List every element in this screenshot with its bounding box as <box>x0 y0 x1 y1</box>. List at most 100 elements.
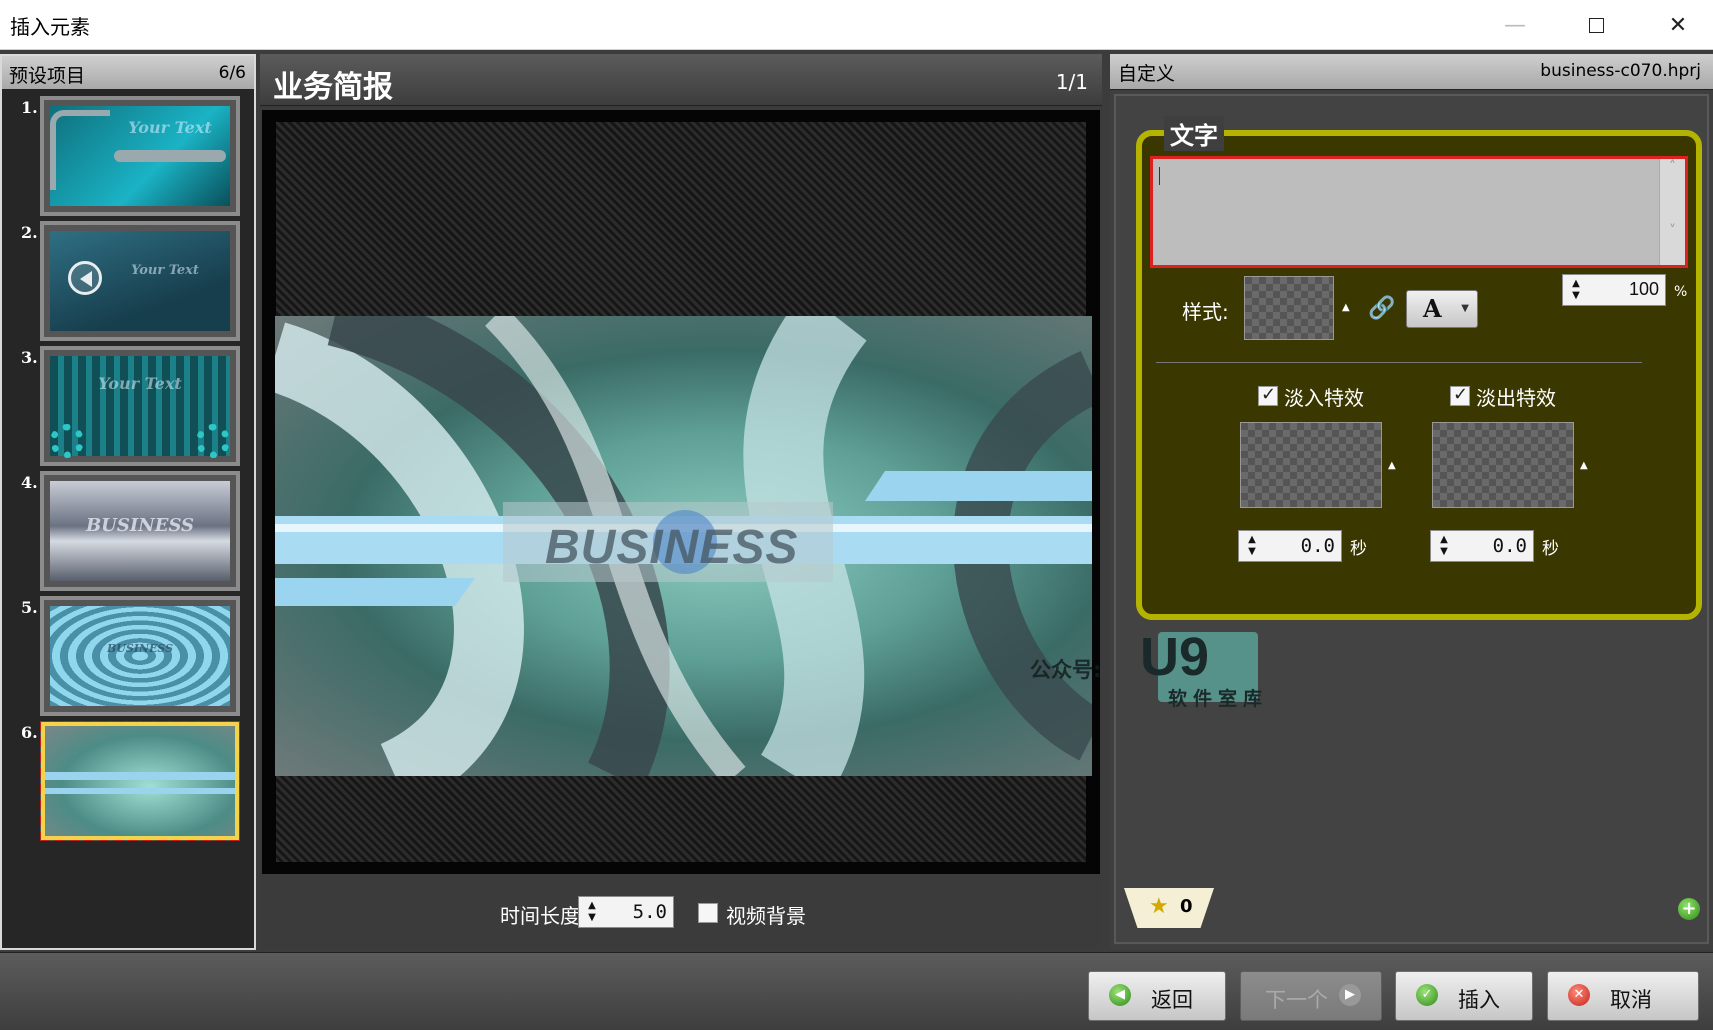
presets-header: 预设项目 6/6 <box>2 56 254 90</box>
duration-spinner[interactable]: ▲ ▼ 5.0 <box>578 896 674 928</box>
link-icon[interactable]: 🔗 <box>1368 296 1395 321</box>
preset-item[interactable]: 5. BUSINESS <box>2 592 254 728</box>
title-bar: 插入元素 — ✕ <box>0 0 1713 50</box>
spinner-arrows-icon[interactable]: ▲ ▼ <box>1437 534 1451 558</box>
presets-title: 预设项目 <box>9 65 86 87</box>
next-button[interactable]: 下一个 ▶ <box>1240 971 1382 1021</box>
minimize-button[interactable]: — <box>1487 0 1543 50</box>
watermark-subtitle: 软件室库 <box>1168 688 1269 710</box>
maximize-icon <box>1588 17 1604 33</box>
preview-image: BUSINESS <box>275 316 1092 776</box>
back-button[interactable]: ◀ 返回 <box>1088 971 1226 1021</box>
font-button-label: A <box>1423 294 1442 323</box>
spinner-arrows-icon[interactable]: ▲ ▼ <box>1245 534 1259 558</box>
watermark: 公众号: U9 软件室库 <box>1030 627 1270 712</box>
close-button[interactable]: ✕ <box>1650 0 1706 50</box>
presets-panel: 预设项目 6/6 1. Your Text 2. Your Text 3. Yo… <box>0 54 256 950</box>
preview-header: 业务简报 1/1 <box>260 54 1102 106</box>
spinner-arrows-icon[interactable]: ▲ ▼ <box>585 900 599 924</box>
close-icon: ✕ <box>1668 12 1688 38</box>
insert-button-label: 插入 <box>1458 988 1500 1012</box>
fade-in-seconds-unit: 秒 <box>1350 539 1367 559</box>
preview-title: 业务简报 <box>273 70 393 105</box>
star-icon: ★ <box>1149 894 1169 919</box>
minimize-icon: — <box>1504 12 1526 38</box>
cancel-button[interactable]: ✕ 取消 <box>1547 971 1699 1021</box>
project-filename: business-c070.hprj <box>1540 61 1701 81</box>
next-arrow-icon: ▶ <box>1339 984 1361 1006</box>
preset-number: 6. <box>21 723 38 742</box>
duration-label: 时间长度: <box>500 904 587 928</box>
gear-icon <box>50 424 84 458</box>
preview-panel: 业务简报 1/1 BUSINESS 时间长度: ▲ ▼ 5.0 视频背景 <box>260 54 1102 950</box>
fade-in-seconds-spinner[interactable]: ▲ ▼ 0.0 <box>1238 530 1342 562</box>
fade-in-label: 淡入特效 <box>1284 386 1364 410</box>
preset-thumb-text: Your Text <box>131 263 199 278</box>
fade-out-checkbox[interactable] <box>1450 384 1470 406</box>
watermark-logo: U9 <box>1140 627 1210 687</box>
fade-in-checkbox[interactable] <box>1258 384 1278 406</box>
back-button-label: 返回 <box>1151 988 1193 1012</box>
text-group-label: 文字 <box>1164 116 1224 151</box>
video-background-checkbox[interactable] <box>698 903 718 923</box>
next-button-label: 下一个 <box>1265 988 1328 1012</box>
fade-out-seconds-spinner[interactable]: ▲ ▼ 0.0 <box>1430 530 1534 562</box>
preview-canvas: BUSINESS <box>262 110 1100 874</box>
customize-panel: 自定义 business-c070.hprj 文字 ˄ ˅ ▲ ▼ 100 % 样式… <box>1110 54 1713 950</box>
preset-thumbnail[interactable]: Your Text <box>40 346 240 466</box>
font-button[interactable]: A ▼ <box>1406 290 1478 328</box>
preset-thumb-text: BUSINESS <box>85 515 195 536</box>
fade-out-effect-swatch[interactable] <box>1432 422 1574 508</box>
preset-thumbnail[interactable] <box>40 721 240 841</box>
text-input[interactable]: ˄ ˅ <box>1150 156 1688 268</box>
cancel-x-icon: ✕ <box>1568 984 1590 1006</box>
preset-item-selected[interactable]: 6. <box>2 717 254 853</box>
duration-row: 时间长度: ▲ ▼ 5.0 视频背景 <box>260 892 1102 932</box>
video-background-label: 视频背景 <box>726 904 806 928</box>
preset-thumbnail[interactable]: Your Text <box>40 221 240 341</box>
preset-thumb-text: Your Text <box>98 374 182 393</box>
fade-out-label: 淡出特效 <box>1476 386 1556 410</box>
gear-icon <box>196 424 230 458</box>
add-icon[interactable]: + <box>1678 898 1700 920</box>
preview-brand-text: BUSINESS <box>545 521 799 574</box>
text-scrollbar[interactable]: ˄ ˅ <box>1659 159 1685 265</box>
insert-button[interactable]: ✓ 插入 <box>1395 971 1533 1021</box>
preset-number: 2. <box>21 223 38 242</box>
window-title: 插入元素 <box>10 15 90 39</box>
fade-out-seconds: 0.0 <box>1492 535 1527 557</box>
preset-thumbnail[interactable]: Your Text <box>40 96 240 216</box>
opacity-spinner[interactable]: ▲ ▼ 100 <box>1562 274 1666 306</box>
button-bar: ◀ 返回 下一个 ▶ ✓ 插入 ✕ 取消 <box>0 952 1713 1030</box>
preset-item[interactable]: 2. Your Text <box>2 217 254 353</box>
maximize-button[interactable] <box>1568 0 1624 50</box>
presets-count: 6/6 <box>218 63 246 83</box>
watermark-prefix: 公众号: <box>1030 658 1102 682</box>
fade-out-dropdown-icon[interactable]: ▲ <box>1580 460 1588 471</box>
preset-thumb-text: Your Text <box>128 118 212 137</box>
rating-count: 0 <box>1180 896 1193 917</box>
customize-title: 自定义 <box>1118 63 1176 85</box>
separator <box>1156 362 1642 363</box>
preset-number: 3. <box>21 348 38 367</box>
style-swatch[interactable] <box>1244 276 1334 340</box>
preset-number: 5. <box>21 598 38 617</box>
fade-in-effect-swatch[interactable] <box>1240 422 1382 508</box>
opacity-unit: % <box>1674 284 1688 300</box>
fade-in-seconds: 0.0 <box>1300 535 1335 557</box>
rating-tab[interactable]: ★ 0 <box>1124 888 1214 928</box>
preset-item[interactable]: 3. Your Text <box>2 342 254 478</box>
preview-page: 1/1 <box>1055 70 1088 94</box>
style-label: 样式: <box>1182 300 1229 324</box>
duration-value: 5.0 <box>632 901 667 923</box>
spinner-arrows-icon[interactable]: ▲ ▼ <box>1569 278 1583 302</box>
preset-thumbnail[interactable]: BUSINESS <box>40 596 240 716</box>
preset-thumbnail[interactable]: BUSINESS <box>40 471 240 591</box>
style-dropdown-icon[interactable]: ▲ <box>1342 302 1350 313</box>
customize-header: 自定义 business-c070.hprj <box>1110 54 1713 90</box>
preset-number: 4. <box>21 473 38 492</box>
preset-number: 1. <box>21 98 38 117</box>
preset-item[interactable]: 1. Your Text <box>2 92 254 228</box>
fade-in-dropdown-icon[interactable]: ▲ <box>1388 460 1396 471</box>
preset-item[interactable]: 4. BUSINESS <box>2 467 254 603</box>
